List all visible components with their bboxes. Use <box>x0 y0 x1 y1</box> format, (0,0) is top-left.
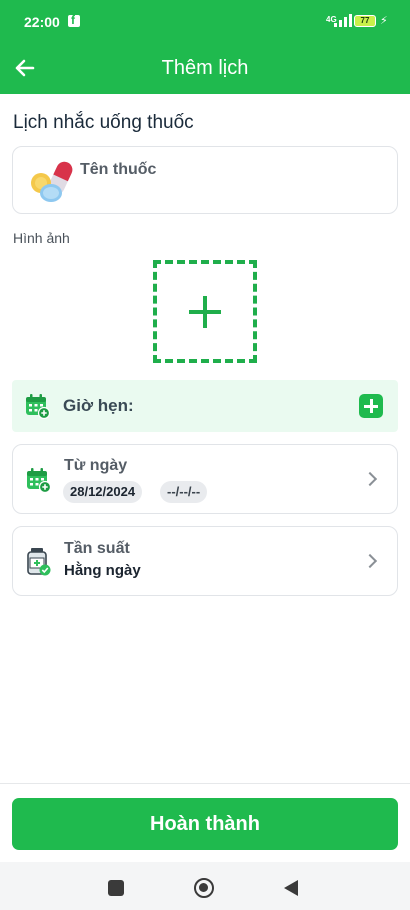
battery-icon: 77 <box>354 15 376 27</box>
back-triangle-icon[interactable] <box>284 880 298 896</box>
complete-button[interactable]: Hoàn thành <box>12 798 398 850</box>
section-title: Lịch nhắc uống thuốc <box>13 112 194 133</box>
image-section-label: Hình ảnh <box>13 230 70 246</box>
reminder-time-row: Giờ hẹn: <box>12 380 398 432</box>
frequency-value: Hằng ngày <box>64 562 141 579</box>
status-bar: 22:00 4G 77 ⚡ <box>0 0 410 44</box>
add-image-button[interactable] <box>153 260 257 363</box>
add-time-button[interactable] <box>359 394 383 418</box>
system-nav-bar <box>0 862 410 910</box>
home-icon[interactable] <box>194 878 214 898</box>
signal-icon <box>334 14 352 27</box>
chevron-right-icon <box>362 471 378 487</box>
frequency-label: Tần suất <box>64 540 130 557</box>
facebook-notification-icon <box>68 13 80 27</box>
medicine-bottle-icon <box>27 548 51 576</box>
footer-divider <box>0 783 410 784</box>
medicine-name-field[interactable]: Tên thuốc <box>12 146 398 214</box>
date-range-card[interactable]: Từ ngày 28/12/2024 --/--/-- <box>12 444 398 514</box>
calendar-add-icon <box>26 394 50 419</box>
medicine-name-placeholder: Tên thuốc <box>80 161 157 178</box>
frequency-card[interactable]: Tần suất Hằng ngày <box>12 526 398 596</box>
status-time: 22:00 <box>24 14 60 30</box>
app-bar: Thêm lịch <box>0 44 410 94</box>
reminder-time-label: Giờ hẹn: <box>63 396 134 415</box>
end-date-chip[interactable]: --/--/-- <box>160 481 208 503</box>
page-title: Thêm lịch <box>161 57 249 79</box>
start-date-chip[interactable]: 28/12/2024 <box>63 481 143 503</box>
pills-icon <box>31 161 73 202</box>
chevron-right-icon <box>362 553 378 569</box>
calendar-add-icon <box>27 468 51 493</box>
recent-apps-icon[interactable] <box>108 880 124 896</box>
charging-icon: ⚡ <box>380 15 388 27</box>
date-range-label: Từ ngày <box>64 457 128 474</box>
